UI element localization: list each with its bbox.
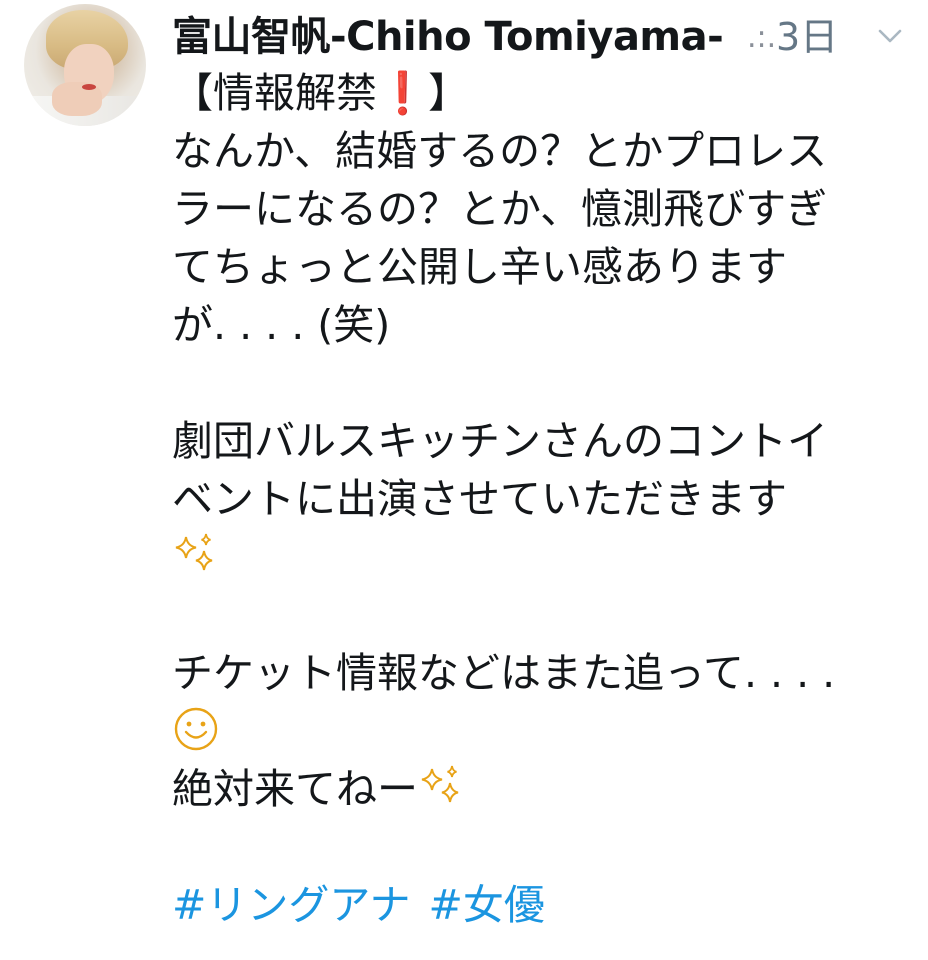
text-line: が. . . . (笑) [172,301,391,349]
handle-truncation: .:. [747,20,777,55]
text-line: チケット情報などはまた追って. . . . [172,649,836,697]
text-line: 絶対来てねー [172,760,900,818]
text-fragment: 】 [428,69,470,117]
tweet-text: 【情報解禁❗】 なんか、結婚するの？とかプロレス ラーになるの？とか、憶測飛びす… [172,64,900,934]
hashtags: #リングアナ #女優 [172,876,900,934]
avatar-lips [82,84,96,90]
red-exclamation-emoji: ❗ [377,69,429,117]
text-fragment: 【情報解禁 [172,69,377,117]
sparkles-emoji [421,765,459,803]
text-line: ラーになるの？とか、憶測飛びすぎ [172,185,828,233]
text-line: 【情報解禁❗】 [172,64,900,122]
text-line [172,528,900,586]
text-fragment: 絶対来てねー [172,765,418,813]
display-name[interactable]: 富山智帆-Chiho Tomiyama- [172,14,724,60]
text-line: ベントに出演させていただきます [172,475,787,523]
hashtag-link[interactable]: #女優 [429,881,545,929]
smiling-face-emoji [174,707,218,751]
text-line: てちょっと公開し辛い感あります [172,243,787,291]
avatar[interactable] [24,4,146,126]
sparkles-emoji [175,533,213,571]
text-line [172,702,900,760]
text-line: なんか、結婚するの？とかプロレス [172,127,828,175]
tweet[interactable]: 富山智帆-Chiho Tomiyama- .:. 3日 【情報解禁❗】 なんか、… [0,0,928,960]
hashtag-link[interactable]: #リングアナ [172,881,411,929]
timestamp[interactable]: 3日 [776,14,838,60]
text-line: 劇団バルスキッチンさんのコントイ [172,417,828,465]
chevron-down-icon[interactable] [876,26,904,46]
tweet-header: 富山智帆-Chiho Tomiyama- .:. 3日 [172,8,912,64]
